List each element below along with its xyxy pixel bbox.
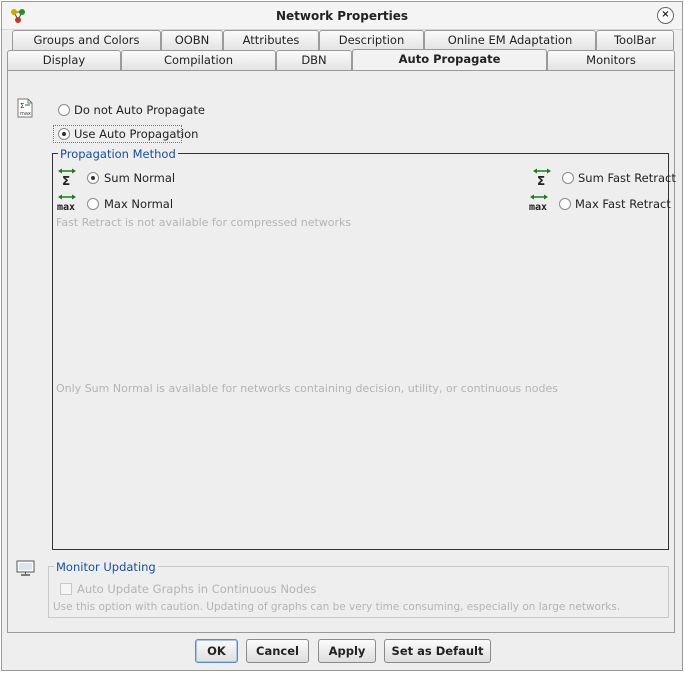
tab-dbn[interactable]: DBN — [276, 50, 352, 70]
checkbox-auto-update-graphs[interactable] — [60, 583, 72, 595]
label-do-not-auto-propagate: Do not Auto Propagate — [74, 103, 205, 117]
tab-display[interactable]: Display — [7, 50, 121, 70]
radio-use-auto-propagation[interactable] — [58, 128, 70, 140]
tab-toolbar[interactable]: ToolBar — [596, 30, 674, 50]
label-use-auto-propagation: Use Auto Propagation — [74, 127, 199, 141]
max-arrows-icon: max — [57, 194, 76, 212]
tab-monitors[interactable]: Monitors — [547, 50, 675, 70]
label-sum-normal: Sum Normal — [104, 171, 176, 185]
title-bar: Network Properties × — [2, 2, 682, 30]
cancel-button[interactable]: Cancel — [246, 639, 309, 663]
radio-max-fast-retract[interactable] — [559, 198, 571, 210]
label-auto-update-graphs: Auto Update Graphs in Continuous Nodes — [77, 582, 317, 596]
propagation-method-group — [52, 153, 669, 550]
set-as-default-button[interactable]: Set as Default — [384, 639, 491, 663]
max-fast-glyph: max — [529, 202, 547, 212]
label-max-normal: Max Normal — [104, 197, 174, 211]
tab-oobn[interactable]: OOBN — [161, 30, 223, 50]
tab-description[interactable]: Description — [319, 30, 424, 50]
sum-glyph: Σ — [62, 174, 70, 186]
svg-text:max: max — [20, 111, 31, 117]
apply-button[interactable]: Apply — [318, 639, 376, 663]
note-fast-retract: Fast Retract is not available for compre… — [56, 216, 352, 229]
propagation-method-legend: Propagation Method — [58, 147, 178, 161]
sum-fast-glyph: Σ — [537, 174, 545, 186]
ok-button[interactable]: OK — [195, 639, 238, 663]
close-button[interactable]: × — [657, 7, 674, 24]
tab-compilation[interactable]: Compilation — [121, 50, 276, 70]
monitor-updating-legend: Monitor Updating — [54, 560, 158, 574]
tab-auto-propagate[interactable]: Auto Propagate — [352, 49, 547, 71]
radio-sum-normal[interactable] — [87, 172, 99, 184]
network-properties-dialog: Network Properties × Groups and Colors O… — [1, 1, 683, 671]
tab-groups-and-colors[interactable]: Groups and Colors — [12, 30, 161, 50]
label-max-fast-retract: Max Fast Retract — [575, 197, 671, 211]
close-icon: × — [661, 9, 670, 20]
tab-online-em-adaptation[interactable]: Online EM Adaptation — [424, 30, 596, 50]
monitor-icon — [16, 560, 35, 576]
radio-max-normal[interactable] — [87, 198, 99, 210]
sum-arrows-icon: Σ — [58, 168, 76, 186]
svg-text:Σ: Σ — [20, 102, 24, 110]
tab-attributes[interactable]: Attributes — [223, 30, 319, 50]
radio-sum-fast-retract[interactable] — [562, 172, 574, 184]
radio-do-not-auto-propagate[interactable] — [58, 104, 70, 116]
label-sum-fast-retract: Sum Fast Retract — [578, 171, 676, 185]
max-fast-arrows-icon: max — [529, 194, 548, 212]
auto-propagate-icon: Σ max — [17, 98, 33, 118]
sum-fast-arrows-icon: Σ — [533, 168, 551, 186]
caution-text: Use this option with caution. Updating o… — [53, 601, 621, 613]
note-sum-normal-only: Only Sum Normal is available for network… — [56, 382, 558, 395]
max-glyph: max — [57, 202, 75, 212]
window-title: Network Properties — [275, 9, 409, 23]
